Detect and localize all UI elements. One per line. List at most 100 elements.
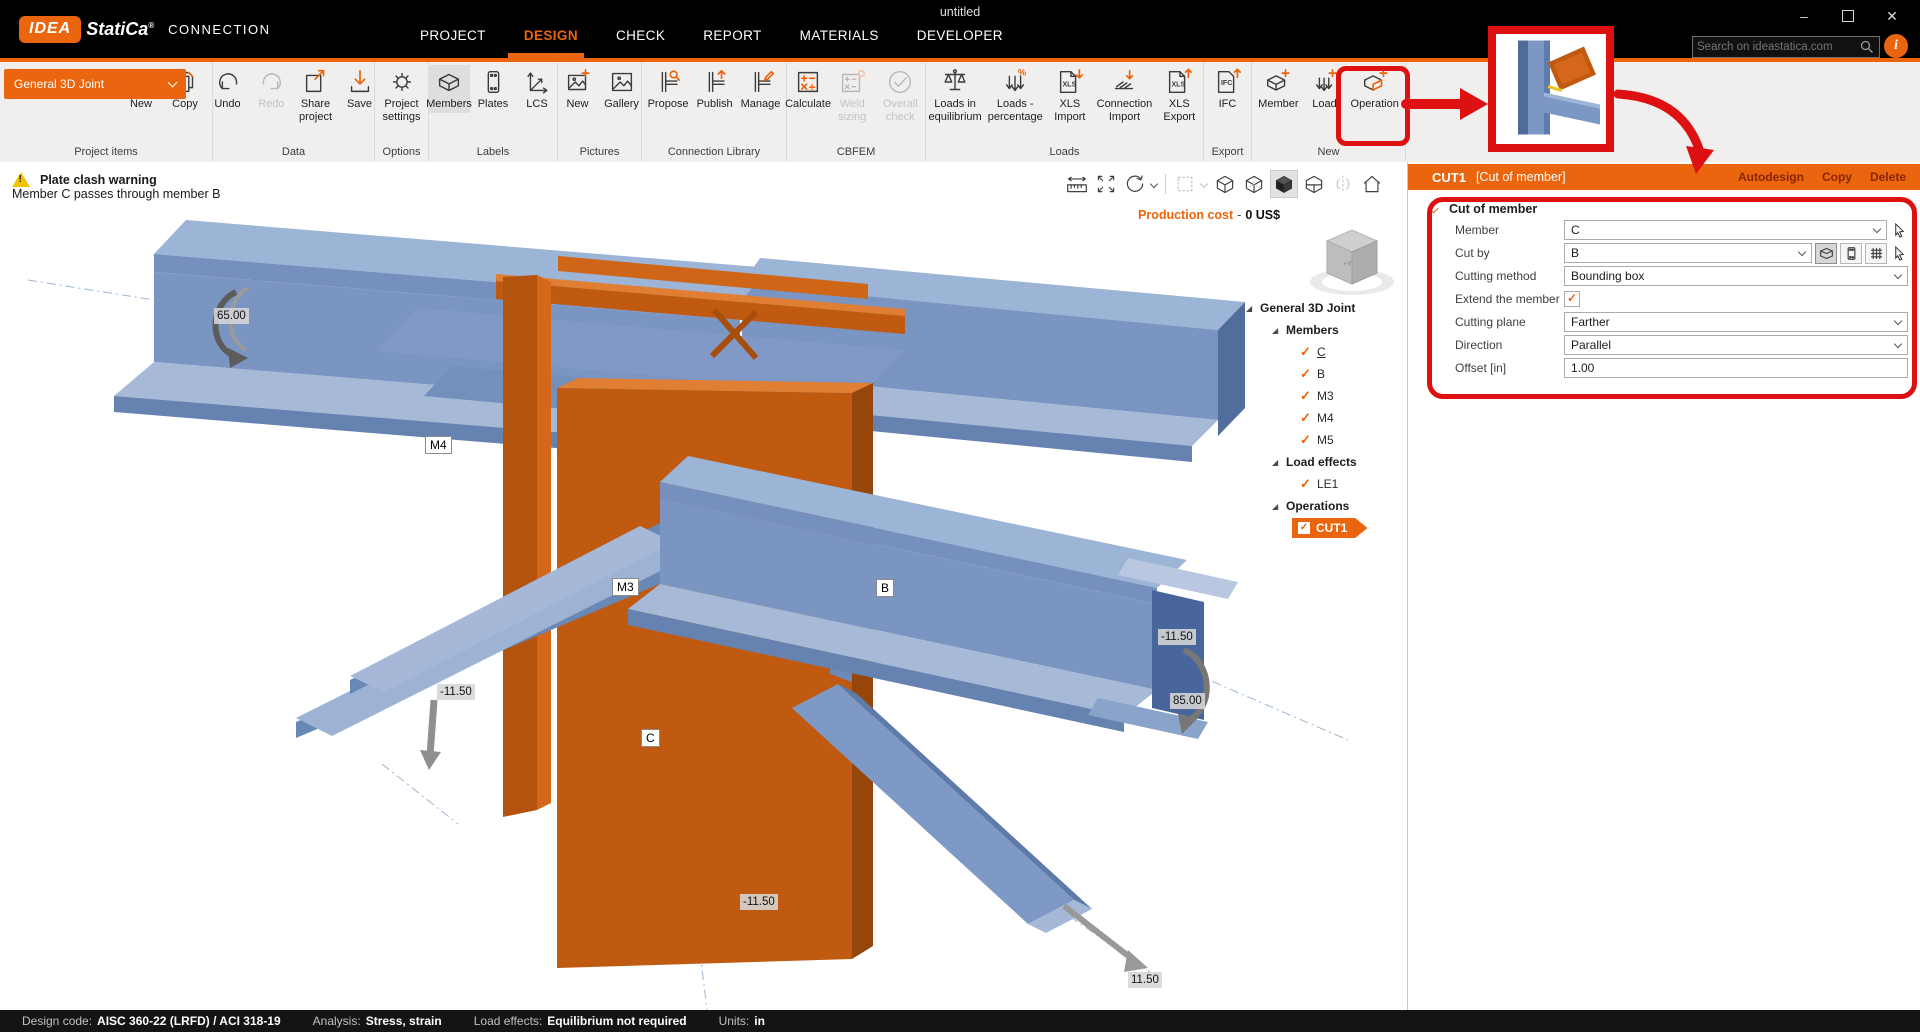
section-cut-of-member[interactable]: Cut of member	[1430, 202, 1920, 216]
offset-in-input[interactable]	[1564, 358, 1908, 378]
cutting-plane-combo[interactable]: Farther	[1564, 312, 1908, 332]
navigation-cube[interactable]: +Y	[1308, 222, 1396, 300]
ribbon-button-project-settings[interactable]: Project settings	[375, 65, 428, 125]
ribbon-button-ifc[interactable]: IFCIFC	[1207, 65, 1249, 113]
check-icon[interactable]: ✓	[1300, 432, 1317, 448]
rotate-options-chevron-icon[interactable]	[1150, 180, 1158, 188]
tree-expander-icon[interactable]: ◢	[1272, 502, 1281, 511]
close-button[interactable]: ✕	[1870, 2, 1914, 30]
tree-item-m4[interactable]: ✓M4	[1238, 407, 1414, 429]
delete-action[interactable]: Delete	[1870, 170, 1906, 184]
member-label-c[interactable]: C	[641, 729, 660, 747]
checkbox-checked-icon[interactable]: ✓	[1298, 522, 1310, 534]
ribbon-button-xls-export[interactable]: XLSXLS Export	[1156, 65, 1203, 125]
member-combo[interactable]: C	[1564, 220, 1887, 240]
section-view-button[interactable]	[1172, 171, 1198, 197]
tab-report[interactable]: REPORT	[703, 28, 761, 43]
tab-project[interactable]: PROJECT	[420, 28, 486, 43]
pick-grid-icon[interactable]	[1865, 243, 1887, 264]
autodesign-action[interactable]: Autodesign	[1738, 170, 1804, 184]
ribbon-button-members[interactable]: Members	[428, 65, 470, 113]
tree-expander-icon[interactable]: ◢	[1272, 326, 1281, 335]
ribbon-button-gallery[interactable]: Gallery	[601, 65, 643, 113]
tree-item-c[interactable]: ✓C	[1238, 341, 1414, 363]
cursor-icon[interactable]	[1890, 221, 1908, 239]
wireframe-view-button[interactable]	[1212, 171, 1238, 197]
info-button[interactable]: i	[1884, 34, 1908, 58]
viewport-3d[interactable]: Plate clash warning Member C passes thro…	[0, 162, 1407, 1010]
cutting-method-combo[interactable]: Bounding box	[1564, 266, 1908, 286]
check-icon[interactable]: ✓	[1300, 388, 1317, 404]
tab-design[interactable]: DESIGN	[524, 28, 578, 43]
ribbon-button-share-project[interactable]: Share project	[295, 65, 337, 125]
load-value-chip: 11.50	[1128, 972, 1162, 988]
ribbon-button-manage[interactable]: Manage	[738, 65, 784, 113]
ribbon-button-lcs[interactable]: LCS	[516, 65, 558, 113]
ribbon-button-calculate[interactable]: Calculate	[787, 65, 829, 113]
ribbon-group-connection-library: ProposePublishManageConnection Library	[642, 62, 787, 161]
hidden-line-view-button[interactable]	[1241, 171, 1267, 197]
tree-item-le1[interactable]: ✓LE1	[1238, 473, 1414, 495]
member-label-b[interactable]: B	[876, 579, 894, 597]
ribbon-button-load[interactable]: Load	[1304, 65, 1346, 113]
zoom-fit-button[interactable]	[1093, 171, 1119, 197]
ribbon-button-loads-percentage[interactable]: %Loads - percentage	[986, 65, 1044, 125]
ribbon-button-redo[interactable]: Redo	[251, 65, 293, 113]
tree-item-m5[interactable]: ✓M5	[1238, 429, 1414, 451]
copy-action[interactable]: Copy	[1822, 170, 1852, 184]
cut-by-combo[interactable]: B	[1564, 243, 1812, 263]
tree-item-cut1[interactable]: ✓CUT1	[1238, 517, 1414, 539]
tab-check[interactable]: CHECK	[616, 28, 665, 43]
tree-item-b[interactable]: ✓B	[1238, 363, 1414, 385]
ribbon-button-undo[interactable]: Undo	[207, 65, 249, 113]
home-view-button[interactable]	[1359, 171, 1385, 197]
ribbon-button-operation[interactable]: Operation	[1348, 65, 1402, 113]
check-icon[interactable]: ✓	[1300, 366, 1317, 382]
ribbon-button-connection-import[interactable]: Connection Import	[1095, 65, 1153, 125]
pick-plate-icon[interactable]	[1840, 243, 1862, 264]
solid-view-button[interactable]	[1270, 170, 1298, 198]
ribbon-button-propose[interactable]: Propose	[645, 65, 692, 113]
tree-item-label: M4	[1317, 411, 1334, 425]
ribbon-button-plates[interactable]: Plates	[472, 65, 514, 113]
clipped-view-button[interactable]	[1301, 171, 1327, 197]
check-icon[interactable]: ✓	[1300, 410, 1317, 426]
scope-dropdown[interactable]: General 3D Joint	[4, 69, 186, 99]
ribbon-button-weld-sizing[interactable]: Weld sizing	[831, 65, 874, 125]
measure-button[interactable]	[1064, 171, 1090, 197]
minimize-button[interactable]: –	[1782, 2, 1826, 30]
app-brand: IDEA StatiCa® CONNECTION	[19, 16, 271, 43]
maximize-button[interactable]	[1826, 2, 1870, 30]
ribbon-button-loads-in-equilibrium[interactable]: Loads in equilibrium	[926, 65, 984, 125]
tree-item-members[interactable]: ◢Members	[1238, 319, 1414, 341]
tree-item-m3[interactable]: ✓M3	[1238, 385, 1414, 407]
section-options-chevron-icon[interactable]	[1200, 180, 1208, 188]
check-icon[interactable]: ✓	[1300, 476, 1317, 492]
tree-item-operations[interactable]: ◢Operations	[1238, 495, 1414, 517]
search-input[interactable]	[1693, 41, 1859, 53]
cursor-icon[interactable]	[1890, 244, 1908, 262]
member-label-m3[interactable]: M3	[612, 578, 639, 596]
tree-expander-icon[interactable]: ◢	[1246, 304, 1255, 313]
ribbon-button-label: Operation	[1351, 98, 1399, 111]
tree-item-load-effects[interactable]: ◢Load effects	[1238, 451, 1414, 473]
tab-developer[interactable]: DEVELOPER	[917, 28, 1003, 43]
check-icon[interactable]: ✓	[1300, 344, 1317, 360]
member-label-m4[interactable]: M4	[425, 436, 452, 454]
svg-text:XLS: XLS	[1062, 82, 1076, 89]
ribbon-button-overall-check[interactable]: Overall check	[876, 65, 925, 125]
tab-materials[interactable]: MATERIALS	[800, 28, 879, 43]
mirror-view-button[interactable]	[1330, 171, 1356, 197]
extend-the-member-checkbox[interactable]: ✓	[1564, 291, 1580, 307]
ribbon-button-xls-import[interactable]: XLSXLS Import	[1046, 65, 1093, 125]
ribbon-button-new[interactable]: New	[557, 65, 599, 113]
tree-item-general-3d-joint[interactable]: ◢General 3D Joint	[1238, 297, 1414, 319]
loads-percent-icon: %	[1000, 67, 1030, 97]
direction-combo[interactable]: Parallel	[1564, 335, 1908, 355]
pick-member-icon[interactable]	[1815, 243, 1837, 264]
ribbon-button-publish[interactable]: Publish	[694, 65, 736, 113]
rotate-view-button[interactable]	[1122, 171, 1148, 197]
clipped-view-icon	[1303, 173, 1325, 195]
ribbon-button-member[interactable]: Member	[1255, 65, 1301, 113]
tree-expander-icon[interactable]: ◢	[1272, 458, 1281, 467]
